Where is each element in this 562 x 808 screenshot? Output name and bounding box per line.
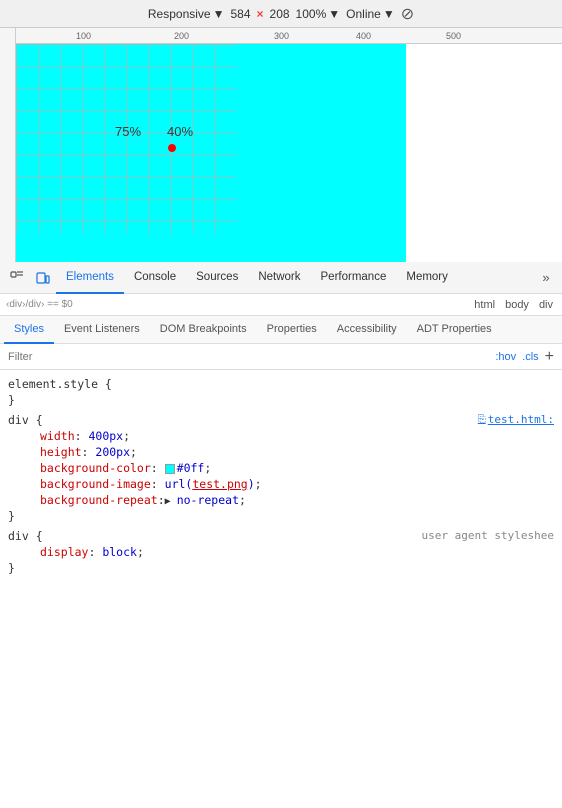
hov-filter-button[interactable]: :hov (495, 351, 516, 363)
subtab-styles[interactable]: Styles (4, 316, 54, 344)
element-style-close: } (8, 392, 554, 408)
dimension-x-sep: × (257, 7, 264, 21)
height-value[interactable]: 208 (270, 7, 290, 21)
tab-console[interactable]: Console (124, 262, 186, 294)
toolbar: Responsive ▼ 584 × 208 100% ▼ Online ▼ ⊘ (0, 0, 562, 28)
source-filename[interactable]: test.html: (488, 413, 554, 426)
filter-controls: :hov .cls + (495, 348, 554, 366)
ruler-tick-200: 200 (174, 31, 189, 41)
subtab-properties[interactable]: Properties (257, 316, 327, 344)
zoom-label: 100% (296, 7, 327, 21)
red-dot-handle[interactable] (168, 144, 176, 152)
display-prop-line: display: block; (24, 544, 554, 560)
ruler-tick-500: 500 (446, 31, 461, 41)
no-throttle-icon[interactable]: ⊘ (401, 4, 414, 24)
css-content-area: element.style { } div { ⎘ test.html: wid… (0, 370, 562, 808)
source-file-icon: ⎘ (478, 414, 486, 425)
devtools-nav-tabs: Elements Console Sources Network Perform… (56, 262, 534, 294)
responsive-label: Responsive (148, 7, 211, 21)
filter-input[interactable] (8, 351, 491, 363)
tab-sources[interactable]: Sources (186, 262, 248, 294)
subtab-event-listeners[interactable]: Event Listeners (54, 316, 150, 344)
ruler-tick-400: 400 (356, 31, 371, 41)
ruler-top: 100 200 300 400 500 (0, 28, 562, 44)
pct-40-label: 40% (167, 124, 193, 139)
ruler-tick-300: 300 (274, 31, 289, 41)
more-tabs-button[interactable]: » (534, 270, 558, 285)
ua-close-brace: } (8, 560, 554, 576)
online-label: Online (346, 7, 381, 21)
zoom-chevron-icon: ▼ (328, 7, 340, 21)
bgimage-prop-line: background-image: url(test.png); (24, 476, 554, 492)
inspect-element-button[interactable] (4, 265, 30, 291)
styles-subtabs: Styles Event Listeners DOM Breakpoints P… (0, 316, 562, 344)
ua-div-block: div { user agent styleshee display: bloc… (0, 526, 562, 578)
cyan-element (16, 44, 406, 284)
zoom-selector[interactable]: 100% ▼ (296, 7, 341, 21)
tab-elements[interactable]: Elements (56, 262, 124, 294)
viewport: 100 200 300 400 500 100 200 75% 40% (0, 28, 562, 290)
online-selector[interactable]: Online ▼ (346, 7, 395, 21)
element-style-selector: element.style { (8, 376, 554, 392)
width-prop-line: width: 400px; (24, 428, 554, 444)
bgrepeat-prop-line: background-repeat:▶ no-repeat; (24, 492, 554, 508)
ruler-tick-100: 100 (76, 31, 91, 41)
breadcrumb: ‹div›/div› == $0 html body div (0, 294, 562, 316)
pct-75-label: 75% (115, 124, 141, 139)
devtools-panel: Elements Console Sources Network Perform… (0, 262, 562, 808)
height-prop-line: height: 200px; (24, 444, 554, 460)
subtab-adt-properties[interactable]: ADT Properties (407, 316, 502, 344)
tab-network[interactable]: Network (248, 262, 310, 294)
responsive-chevron-icon: ▼ (213, 7, 225, 21)
div-selector-line: div { ⎘ test.html: (8, 412, 554, 428)
element-style-block: element.style { } (0, 374, 562, 410)
expand-arrow[interactable]: ▶ (165, 496, 177, 507)
test-png-link[interactable]: test.png (192, 477, 247, 491)
breadcrumb-html[interactable]: html (471, 299, 498, 311)
responsive-selector[interactable]: Responsive ▼ (148, 7, 225, 21)
filter-bar: :hov .cls + (0, 344, 562, 370)
breadcrumb-div[interactable]: div (536, 299, 556, 311)
source-link[interactable]: ⎘ test.html: (478, 413, 554, 426)
devtools-navbar: Elements Console Sources Network Perform… (0, 262, 562, 294)
online-chevron-icon: ▼ (383, 7, 395, 21)
div-close-brace: } (8, 508, 554, 524)
tab-performance[interactable]: Performance (311, 262, 397, 294)
subtab-accessibility[interactable]: Accessibility (327, 316, 407, 344)
add-style-rule-button[interactable]: + (545, 348, 554, 366)
cls-filter-button[interactable]: .cls (522, 351, 539, 363)
width-value[interactable]: 584 (230, 7, 250, 21)
ua-selector-line: div { user agent styleshee (8, 528, 554, 544)
ua-stylesheet-label: user agent styleshee (422, 529, 554, 542)
bgcolor-prop-line: background-color: #0ff; (24, 460, 554, 476)
breadcrumb-arrow: ‹div›/div› == $0 (6, 299, 73, 310)
subtab-dom-breakpoints[interactable]: DOM Breakpoints (150, 316, 257, 344)
tab-memory[interactable]: Memory (396, 262, 458, 294)
breadcrumb-body[interactable]: body (502, 299, 532, 311)
ruler-left: 100 200 (0, 28, 16, 288)
color-swatch[interactable] (165, 464, 175, 474)
div-style-block: div { ⎘ test.html: width: 400px; height:… (0, 410, 562, 526)
device-toolbar-button[interactable] (30, 265, 56, 291)
